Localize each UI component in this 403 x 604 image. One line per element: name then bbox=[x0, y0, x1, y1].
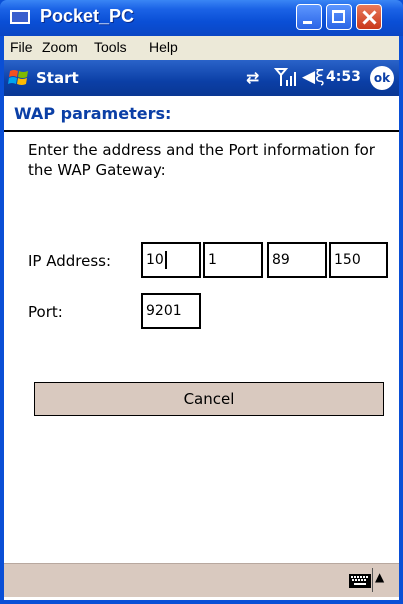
ip-octet-2-value: 1 bbox=[208, 252, 217, 268]
ip-octet-4-value: 150 bbox=[334, 252, 361, 268]
close-button[interactable] bbox=[356, 4, 382, 30]
menu-tools[interactable]: Tools bbox=[94, 39, 127, 55]
sip-divider bbox=[372, 568, 373, 592]
sip-arrow-icon[interactable]: ▲ bbox=[375, 570, 384, 584]
clock-time[interactable]: 4:53 bbox=[326, 69, 361, 85]
port-input[interactable]: 9201 bbox=[141, 293, 201, 329]
ip-octet-4-input[interactable]: 150 bbox=[329, 242, 388, 278]
minimize-button[interactable] bbox=[296, 4, 322, 30]
cancel-button[interactable]: Cancel bbox=[34, 382, 384, 416]
title-bar[interactable]: Pocket_PC bbox=[0, 0, 403, 36]
sync-icon[interactable]: ⇄ bbox=[246, 68, 259, 87]
page-title: WAP parameters: bbox=[14, 104, 172, 123]
ok-button[interactable]: ok bbox=[370, 66, 394, 90]
ip-octet-3-value: 89 bbox=[272, 252, 290, 268]
ip-address-label: IP Address: bbox=[28, 252, 112, 270]
windows-flag-icon[interactable] bbox=[7, 66, 31, 90]
menu-bar: File Zoom Tools Help bbox=[4, 36, 399, 60]
window-icon bbox=[10, 10, 30, 24]
text-caret bbox=[164, 251, 167, 269]
port-value: 9201 bbox=[146, 303, 182, 319]
keyboard-icon[interactable] bbox=[349, 574, 371, 588]
ip-octet-1-value: 10 bbox=[146, 252, 164, 268]
ip-octet-2-input[interactable]: 1 bbox=[203, 242, 263, 278]
menu-bar-bottom: ▲ bbox=[4, 563, 399, 597]
signal-icon[interactable] bbox=[274, 66, 298, 88]
menu-file[interactable]: File bbox=[10, 39, 33, 55]
emulator-window: Pocket_PC File Zoom Tools Help Start ⇄ ◀… bbox=[0, 0, 403, 604]
device-screen: Start ⇄ ◀ξ 4:53 ok WAP parameters: Enter… bbox=[4, 60, 399, 600]
menu-zoom[interactable]: Zoom bbox=[42, 39, 78, 55]
speaker-icon[interactable]: ◀ξ bbox=[302, 67, 325, 87]
maximize-button[interactable] bbox=[326, 4, 352, 30]
menu-help[interactable]: Help bbox=[149, 39, 178, 55]
port-label: Port: bbox=[28, 303, 63, 321]
instructions-text: Enter the address and the Port informati… bbox=[28, 141, 375, 179]
ip-octet-3-input[interactable]: 89 bbox=[267, 242, 327, 278]
navigation-bar: Start ⇄ ◀ξ 4:53 ok bbox=[4, 60, 399, 96]
start-label[interactable]: Start bbox=[36, 69, 79, 87]
window-title: Pocket_PC bbox=[40, 6, 135, 26]
page-header: WAP parameters: bbox=[4, 96, 399, 132]
ip-octet-1-input[interactable]: 10 bbox=[141, 242, 201, 278]
